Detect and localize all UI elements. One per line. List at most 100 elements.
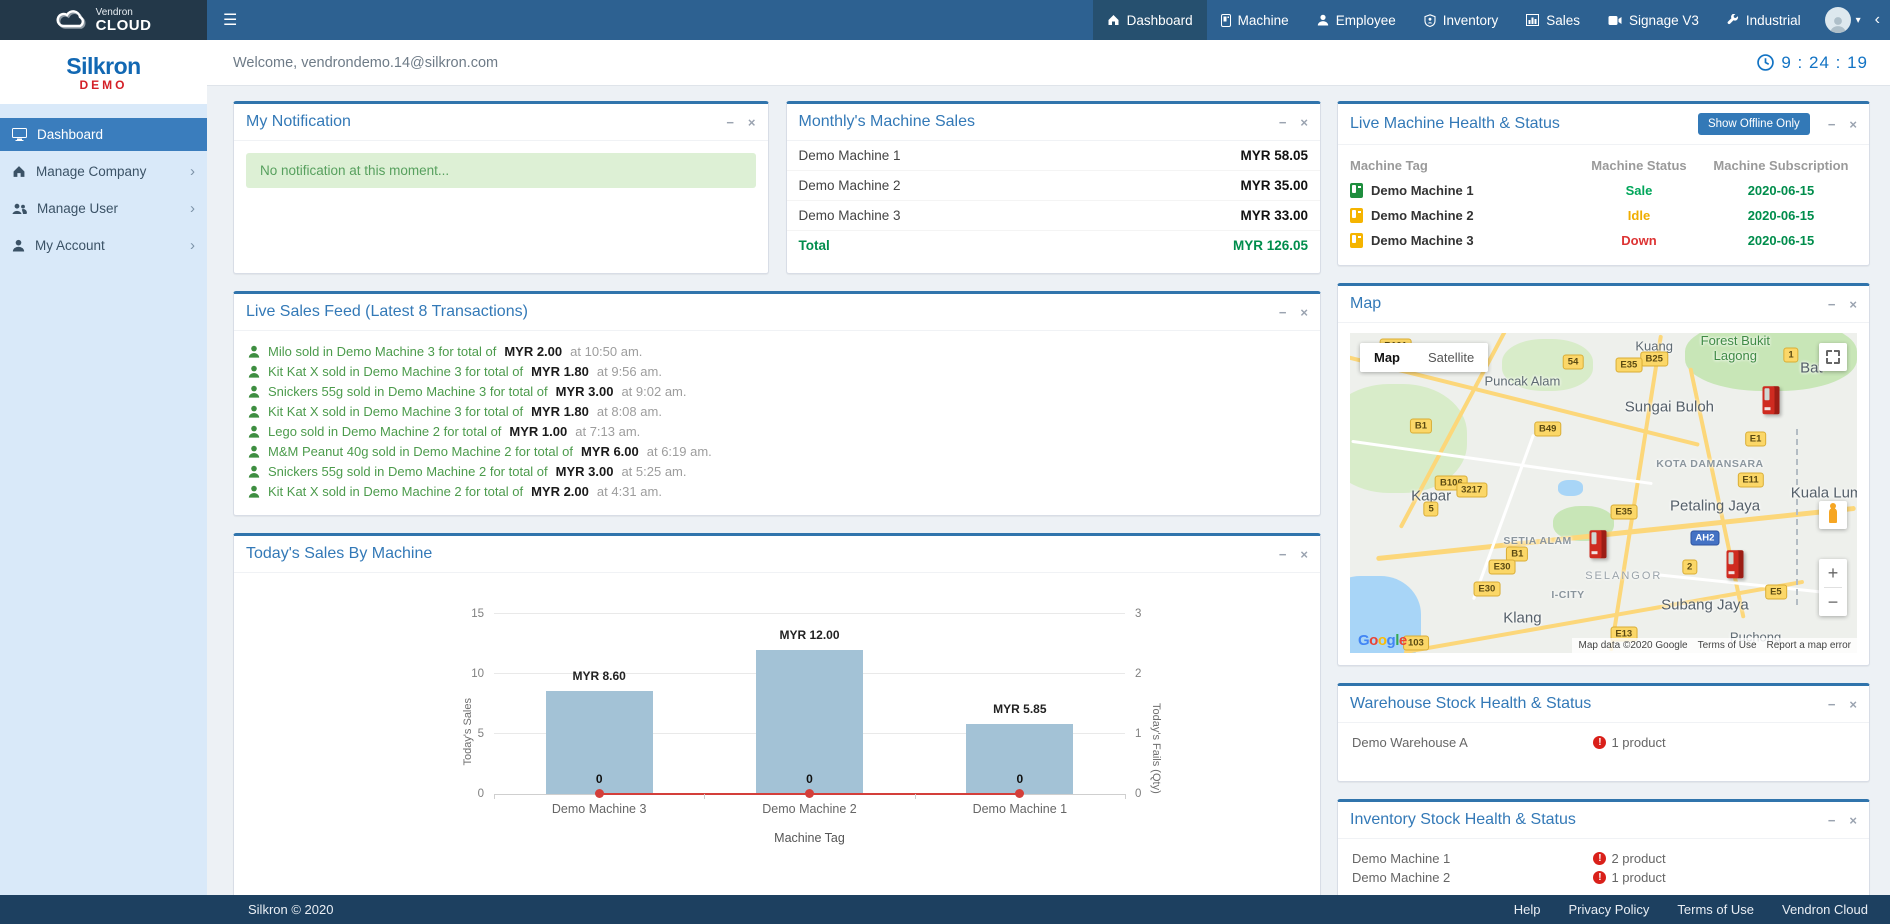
- total-label: Total: [799, 238, 830, 253]
- footer-link-help[interactable]: Help: [1514, 902, 1541, 917]
- map-road-badge: 54: [1563, 354, 1584, 369]
- machine-name: Demo Machine 1: [1352, 851, 1593, 866]
- minimize-icon[interactable]: −: [1279, 547, 1287, 562]
- brand-bottom: CLOUD: [96, 18, 152, 33]
- feed-time: at 4:31 am.: [597, 484, 662, 499]
- vending-machine-marker[interactable]: [1727, 550, 1744, 578]
- footer-link-vendron[interactable]: Vendron Cloud: [1782, 902, 1868, 917]
- nav-item-industrial[interactable]: Industrial: [1713, 0, 1815, 40]
- map-road: [1609, 335, 1663, 652]
- sidebar-item-my-account[interactable]: My Account ›: [0, 229, 207, 262]
- map-attribution: Map data ©2020 Google Terms of Use Repor…: [1572, 638, 1857, 653]
- map-terms-link[interactable]: Terms of Use: [1698, 640, 1757, 651]
- chevron-right-icon: ›: [190, 237, 195, 254]
- sidebar-item-manage-user[interactable]: Manage User ›: [0, 192, 207, 225]
- close-icon[interactable]: ×: [1849, 697, 1857, 712]
- top-nav-items: Dashboard Machine Employee Inventory Sal…: [1093, 0, 1890, 40]
- nav-item-employee[interactable]: Employee: [1303, 0, 1410, 40]
- zoom-in-button[interactable]: +: [1819, 559, 1847, 587]
- x-axis-category: Demo Machine 1: [973, 802, 1068, 816]
- map-place-label: I-CITY: [1551, 589, 1584, 601]
- chevron-left-icon: ‹: [1875, 11, 1880, 29]
- zoom-out-button[interactable]: −: [1819, 588, 1847, 616]
- monthly-sales-total-row: Total MYR 126.05: [787, 231, 1321, 260]
- machine-tag: Demo Machine 2: [1371, 208, 1474, 223]
- panel-title: Today's Sales By Machine: [246, 545, 1279, 563]
- map-road-badge: B25: [1640, 351, 1667, 366]
- line-point-label: 0: [806, 772, 813, 786]
- person-icon: [12, 239, 25, 252]
- sidebar-item-manage-company[interactable]: Manage Company ›: [0, 155, 207, 188]
- sales-feed-item: M&M Peanut 40g sold in Demo Machine 2 fo…: [248, 441, 1306, 461]
- minimize-icon[interactable]: −: [1279, 305, 1287, 320]
- close-icon[interactable]: ×: [1300, 115, 1308, 130]
- control-sidebar-toggle[interactable]: ‹: [1871, 0, 1890, 40]
- sidebar-logo-demo: DEMO: [80, 78, 128, 92]
- vending-machine-marker[interactable]: [1762, 387, 1779, 415]
- sidebar-logo: Silkron DEMO: [0, 40, 207, 104]
- bar-value-label: MYR 12.00: [715, 628, 904, 642]
- fullscreen-icon[interactable]: [1819, 343, 1847, 371]
- street-view-pegman[interactable]: [1819, 501, 1847, 529]
- chart-gridline: [494, 613, 1125, 614]
- home-icon: [12, 165, 26, 178]
- brand-logo[interactable]: Vendron CLOUD: [0, 0, 207, 40]
- machine-name: Demo Machine 2: [1352, 870, 1593, 885]
- google-map[interactable]: KuangForest Bukit LagongBatPuncak AlamSu…: [1350, 333, 1857, 653]
- vending-machine-marker[interactable]: [1590, 531, 1607, 559]
- person-icon: [248, 405, 260, 418]
- close-icon[interactable]: ×: [1849, 297, 1857, 312]
- map-road-badge: E11: [1737, 473, 1763, 488]
- close-icon[interactable]: ×: [1300, 305, 1308, 320]
- minimize-icon[interactable]: −: [1828, 297, 1836, 312]
- machine-name: Demo Machine 2: [799, 178, 901, 193]
- machine-sales-value: MYR 33.00: [1240, 208, 1308, 223]
- nav-item-machine[interactable]: Machine: [1207, 0, 1303, 40]
- map-place-label: Subang Jaya: [1661, 597, 1749, 614]
- nav-item-dashboard[interactable]: Dashboard: [1093, 0, 1207, 40]
- feed-amount: MYR 2.00: [504, 344, 562, 359]
- close-icon[interactable]: ×: [1849, 117, 1857, 132]
- bar-chart-icon: [1526, 14, 1539, 26]
- col-machine-tag: Machine Tag: [1350, 158, 1573, 173]
- machine-health-row: Demo Machine 2 Idle 2020-06-15: [1350, 203, 1857, 228]
- minimize-icon[interactable]: −: [1828, 813, 1836, 828]
- nav-item-signage[interactable]: Signage V3: [1594, 0, 1713, 40]
- clock: 9 : 24 : 19: [1757, 53, 1868, 73]
- satellite-button[interactable]: Satellite: [1414, 343, 1488, 372]
- panel-my-notification: My Notification − × No notification at t…: [233, 101, 769, 274]
- footer-link-terms[interactable]: Terms of Use: [1677, 902, 1754, 917]
- footer-link-privacy[interactable]: Privacy Policy: [1568, 902, 1649, 917]
- sidebar-toggle-button[interactable]: ☰: [207, 0, 253, 40]
- nav-item-inventory[interactable]: Inventory: [1410, 0, 1513, 40]
- feed-text: Kit Kat X sold in Demo Machine 3 for tot…: [268, 404, 523, 419]
- stock-row: Demo Machine 1 !2 product: [1352, 849, 1855, 868]
- machine-tag: Demo Machine 1: [1371, 183, 1474, 198]
- close-icon[interactable]: ×: [1849, 813, 1857, 828]
- y-axis-tick: 0: [478, 788, 484, 800]
- machine-health-row: Demo Machine 1 Sale 2020-06-15: [1350, 178, 1857, 203]
- minimize-icon[interactable]: −: [1828, 117, 1836, 132]
- x-axis-tick: [915, 794, 916, 799]
- inventory-badge-icon: [1424, 14, 1436, 27]
- machine-status: Idle: [1573, 208, 1705, 223]
- sales-feed-item: Lego sold in Demo Machine 2 for total of…: [248, 421, 1306, 441]
- user-menu[interactable]: ▾: [1815, 0, 1871, 40]
- sales-feed-item: Snickers 55g sold in Demo Machine 3 for …: [248, 381, 1306, 401]
- map-road-badge: E30: [1473, 582, 1500, 597]
- close-icon[interactable]: ×: [1300, 547, 1308, 562]
- show-offline-only-button[interactable]: Show Offline Only: [1698, 113, 1810, 135]
- x-axis-category: Demo Machine 2: [762, 802, 857, 816]
- minimize-icon[interactable]: −: [726, 115, 734, 130]
- chevron-right-icon: ›: [190, 200, 195, 217]
- feed-time: at 9:56 am.: [597, 364, 662, 379]
- minimize-icon[interactable]: −: [1279, 115, 1287, 130]
- minimize-icon[interactable]: −: [1828, 697, 1836, 712]
- sidebar-item-dashboard[interactable]: Dashboard: [0, 118, 207, 151]
- map-report-link[interactable]: Report a map error: [1767, 640, 1851, 651]
- map-button[interactable]: Map: [1360, 343, 1414, 372]
- nav-item-sales[interactable]: Sales: [1512, 0, 1594, 40]
- person-icon: [248, 365, 260, 378]
- stock-count: 1 product: [1611, 870, 1665, 885]
- close-icon[interactable]: ×: [748, 115, 756, 130]
